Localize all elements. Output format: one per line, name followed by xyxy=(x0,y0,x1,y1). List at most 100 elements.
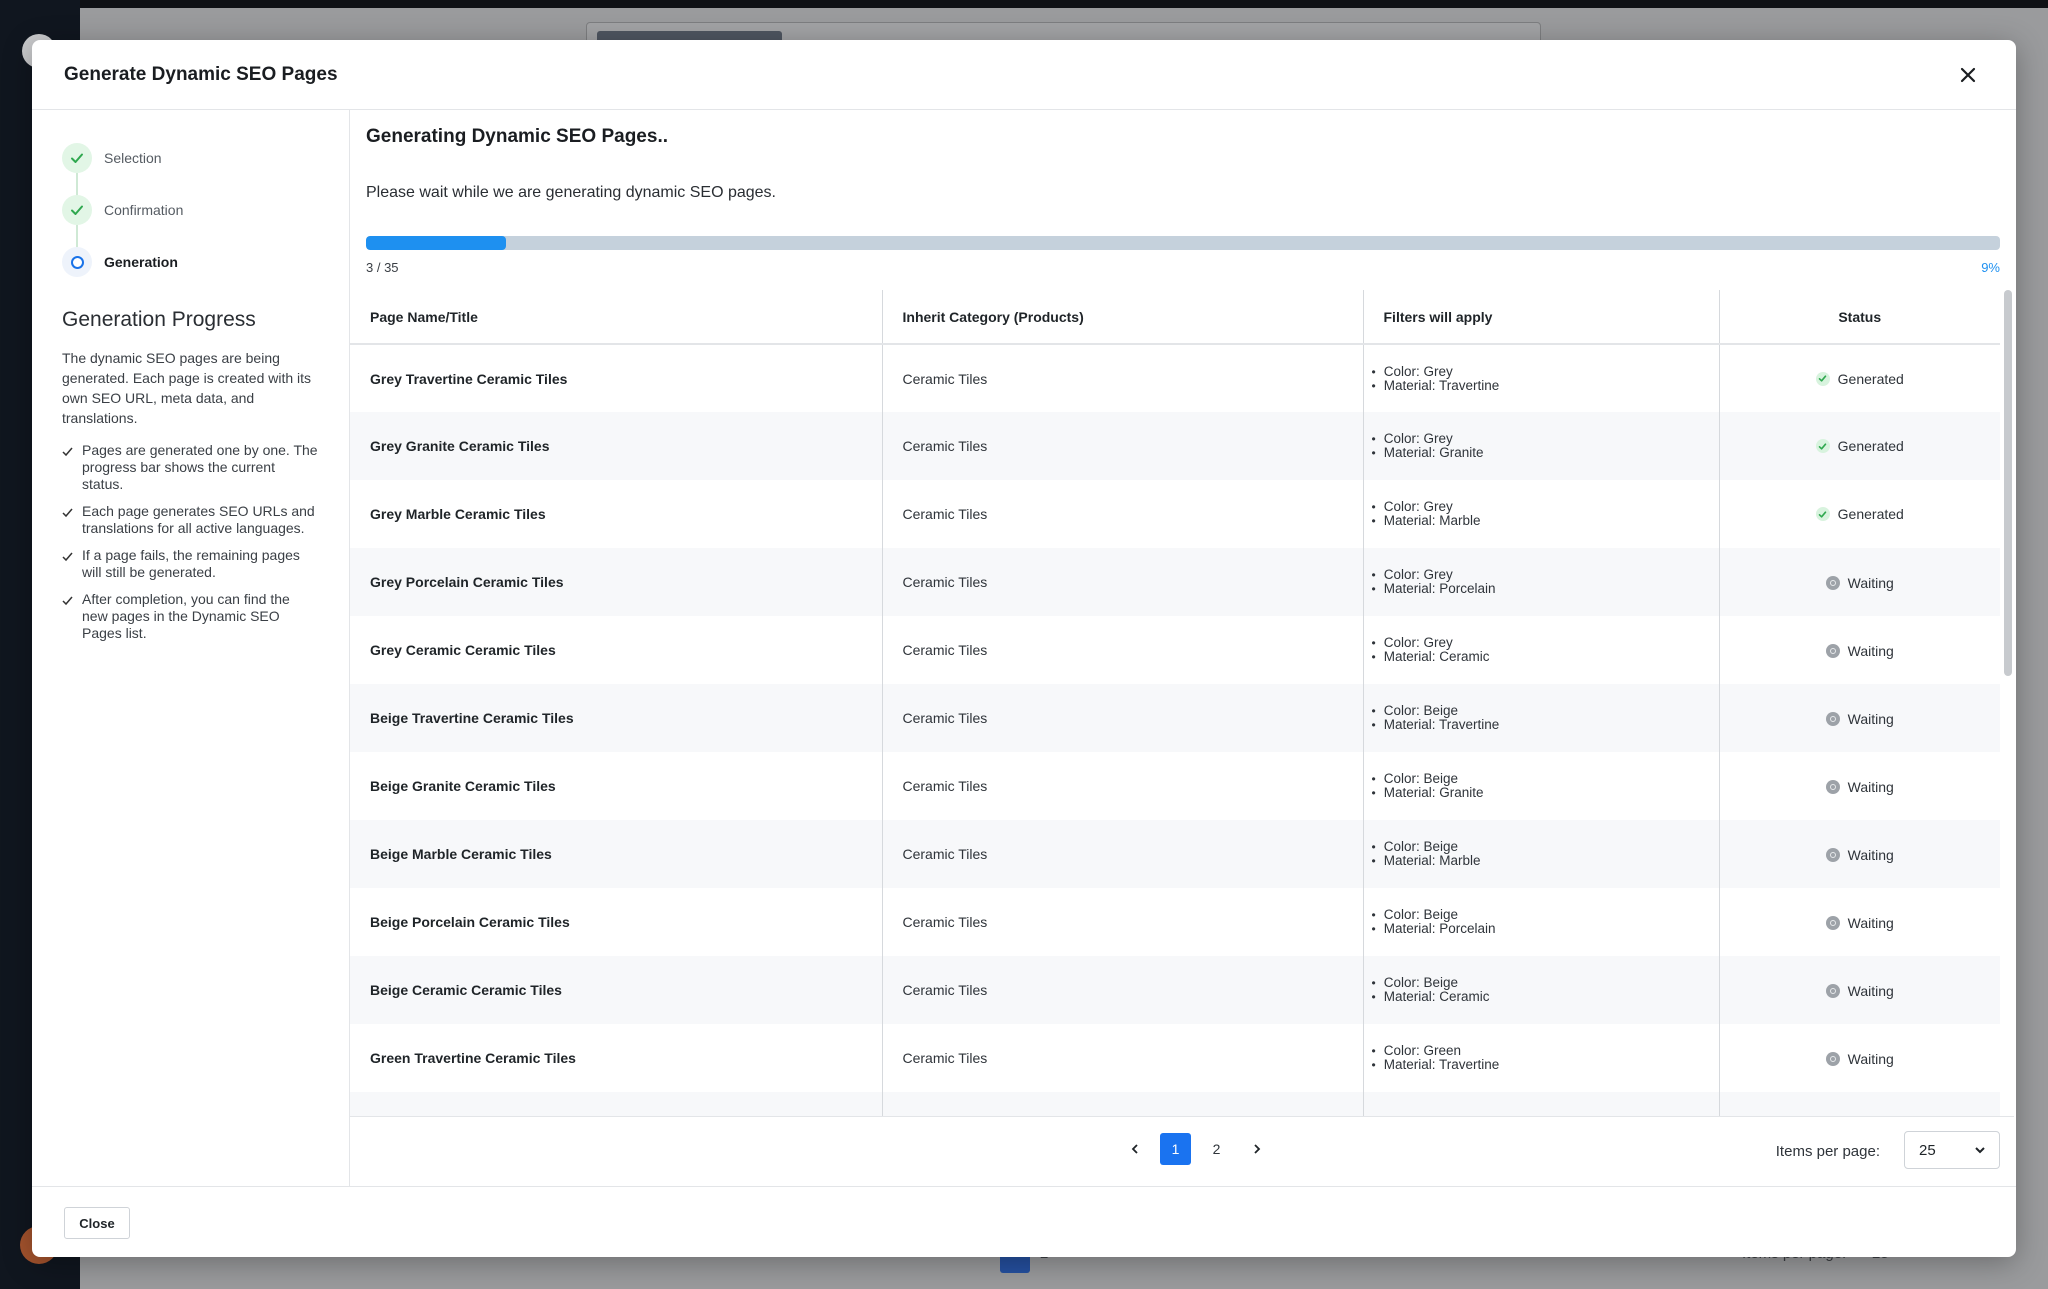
cell-page-name xyxy=(350,1092,882,1116)
cell-page-name: Grey Granite Ceramic Tiles xyxy=(350,412,882,480)
generation-description: Please wait while we are generating dyna… xyxy=(366,184,776,201)
waiting-icon xyxy=(1825,984,1840,998)
cell-page-name: Beige Travertine Ceramic Tiles xyxy=(350,684,882,752)
column-header-name: Page Name/Title xyxy=(350,290,882,345)
cell-filters: Color: BeigeMaterial: Ceramic xyxy=(1362,956,1719,1024)
filter-item: Color: Beige xyxy=(1372,704,1719,718)
status-label: Waiting xyxy=(1847,847,1894,863)
filter-item: Color: Beige xyxy=(1372,840,1719,854)
table-row: Grey Travertine Ceramic Tiles Ceramic Til… xyxy=(350,344,2000,412)
filter-item: Color: Grey xyxy=(1372,568,1719,582)
cell-filters: Color: GreenMaterial: Travertine xyxy=(1362,1024,1719,1092)
status-label: Waiting xyxy=(1847,711,1894,727)
cell-category: Ceramic Tiles xyxy=(881,344,1363,412)
column-header-filters: Filters will apply xyxy=(1362,290,1719,345)
status-badge: Generated xyxy=(1815,438,1904,455)
status-label: Waiting xyxy=(1847,1051,1894,1067)
column-header-category: Inherit Category (Products) xyxy=(881,290,1363,345)
status-badge: Waiting xyxy=(1825,1051,1894,1067)
cell-filters: Color: BeigeMaterial: Marble xyxy=(1362,820,1719,888)
filter-item: Material: Travertine xyxy=(1372,378,1719,393)
table-row: Grey Porcelain Ceramic Tiles Ceramic Tile… xyxy=(350,548,2000,616)
cell-category: Ceramic Tiles xyxy=(881,820,1363,888)
table-row: Beige Porcelain Ceramic Tiles Ceramic Til… xyxy=(350,888,2000,956)
page-button-1[interactable]: 1 xyxy=(1160,1133,1191,1165)
generation-progress-points: Pages are generated one by one. The prog… xyxy=(62,442,319,642)
items-per-page-select[interactable]: 25 xyxy=(1904,1131,2000,1169)
check-icon xyxy=(62,195,92,225)
pages-table-container[interactable]: Page Name/Title Inherit Category (Produc… xyxy=(350,290,2000,1116)
waiting-icon xyxy=(1825,916,1840,930)
filter-item: Color: Grey xyxy=(1372,432,1719,446)
cell-status: Waiting xyxy=(1718,888,2000,956)
generation-title: Generating Dynamic SEO Pages.. xyxy=(366,126,668,147)
cell-status: Waiting xyxy=(1718,548,2000,616)
check-circle-icon xyxy=(1815,371,1830,386)
chevron-left-icon[interactable] xyxy=(1120,1133,1150,1165)
status-badge: Waiting xyxy=(1825,847,1894,863)
check-circle-icon xyxy=(1815,507,1830,522)
cell-status: Generated xyxy=(1718,412,2000,480)
cell-filters: Color: Green xyxy=(1362,1092,1719,1116)
waiting-icon xyxy=(1825,1052,1840,1066)
status-label: Waiting xyxy=(1847,779,1894,795)
status-label: Generated xyxy=(1837,438,1904,455)
table-row: Grey Granite Ceramic TilesCeramic Tiles C… xyxy=(350,412,2000,480)
cell-filters: Color: GreyMaterial: Porcelain xyxy=(1362,548,1719,616)
generation-progress-description: The dynamic SEO pages are being generate… xyxy=(62,350,312,426)
cell-status: Waiting xyxy=(1718,752,2000,820)
status-label: Generated xyxy=(1837,506,1904,523)
table-row: Color: Green xyxy=(350,1092,2000,1116)
filter-item: Material: Ceramic xyxy=(1372,650,1719,664)
cell-status: Waiting xyxy=(1718,820,2000,888)
cell-page-name: Beige Marble Ceramic Tiles xyxy=(350,820,882,888)
check-circle-icon xyxy=(1815,439,1830,454)
generate-seo-pages-modal: Generate Dynamic SEO Pages Selection Con… xyxy=(32,40,2016,1257)
status-label: Waiting xyxy=(1847,983,1894,999)
page-button-2[interactable]: 2 xyxy=(1201,1133,1232,1165)
status-badge: Generated xyxy=(1815,371,1904,387)
table-scrollbar[interactable] xyxy=(2004,290,2012,676)
close-icon[interactable] xyxy=(1952,59,1984,91)
modal-header: Generate Dynamic SEO Pages xyxy=(32,40,2016,110)
filter-item: Material: Travertine xyxy=(1372,718,1719,732)
cell-category: Ceramic Tiles xyxy=(881,888,1363,956)
cell-category: Ceramic Tiles xyxy=(881,480,1363,548)
modal-footer: Close xyxy=(32,1186,2016,1257)
waiting-icon xyxy=(1825,644,1840,658)
cell-page-name: Grey Marble Ceramic Tiles xyxy=(370,506,546,522)
generation-panel: Generating Dynamic SEO Pages.. Please wa… xyxy=(350,110,2016,1186)
progress-count: 3 / 35 xyxy=(366,260,399,275)
cell-filters: Color: BeigeMaterial: Porcelain xyxy=(1362,888,1719,956)
status-badge: Generated xyxy=(1815,506,1904,523)
table-row: Green Travertine Ceramic Tiles Ceramic Ti… xyxy=(350,1024,2000,1092)
chevron-right-icon[interactable] xyxy=(1242,1133,1272,1165)
filter-item: Color: Beige xyxy=(1372,976,1719,990)
wizard-steps: Selection Confirmation Generation xyxy=(62,132,319,288)
list-item: After completion, you can find the new p… xyxy=(62,591,319,642)
waiting-icon xyxy=(1825,712,1840,726)
checkmark-icon xyxy=(62,593,76,642)
cell-status: Waiting xyxy=(1718,684,2000,752)
status-label: Waiting xyxy=(1847,575,1894,591)
progress-percent: 9% xyxy=(1981,260,2000,275)
status-badge: Waiting xyxy=(1825,779,1894,795)
pagination: 1 2 xyxy=(1120,1133,1272,1165)
cell-category: Ceramic Tiles xyxy=(881,956,1363,1024)
filter-item: Material: Porcelain xyxy=(1372,582,1719,596)
progress-bar-fill xyxy=(366,236,507,250)
cell-category: Ceramic Tiles xyxy=(881,412,1363,480)
step-label: Confirmation xyxy=(104,202,184,218)
cell-page-name: Grey Travertine Ceramic Tiles xyxy=(370,370,568,387)
table-row: Beige Ceramic Ceramic Tiles Ceramic Tiles… xyxy=(350,956,2000,1024)
background-topbar xyxy=(0,0,2048,8)
filter-item: Color: Grey xyxy=(1372,636,1719,650)
items-per-page-label: Items per page: xyxy=(1775,1143,1880,1160)
cell-category: Ceramic Tiles xyxy=(881,752,1363,820)
filter-item: Material: Granite xyxy=(1372,786,1719,800)
filter-item: Color: Grey xyxy=(1372,364,1719,379)
cell-filters: Color: BeigeMaterial: Travertine xyxy=(1362,684,1719,752)
close-button[interactable]: Close xyxy=(64,1207,130,1239)
generation-progress-title: Generation Progress xyxy=(62,308,256,331)
status-badge: Waiting xyxy=(1825,711,1894,727)
